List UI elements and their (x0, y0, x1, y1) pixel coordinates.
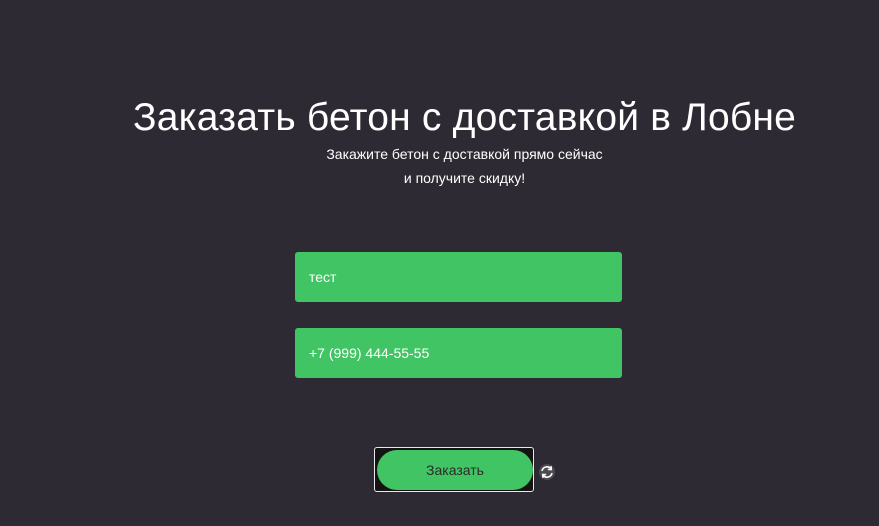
page-title: Заказать бетон с доставкой в Лобне (132, 96, 797, 140)
page-subtitle: Закажите бетон с доставкой прямо сейчас … (0, 142, 879, 190)
subtitle-line-1: Закажите бетон с доставкой прямо сейчас (326, 146, 603, 162)
submit-button-frame: Заказать (374, 447, 534, 492)
refresh-icon[interactable] (538, 463, 556, 481)
name-input[interactable] (295, 252, 622, 302)
phone-input[interactable] (295, 328, 622, 378)
subtitle-line-2: и получите скидку! (403, 170, 526, 186)
order-submit-button[interactable]: Заказать (377, 450, 533, 490)
order-page: Заказать бетон с доставкой в Лобне Закаж… (0, 0, 879, 526)
